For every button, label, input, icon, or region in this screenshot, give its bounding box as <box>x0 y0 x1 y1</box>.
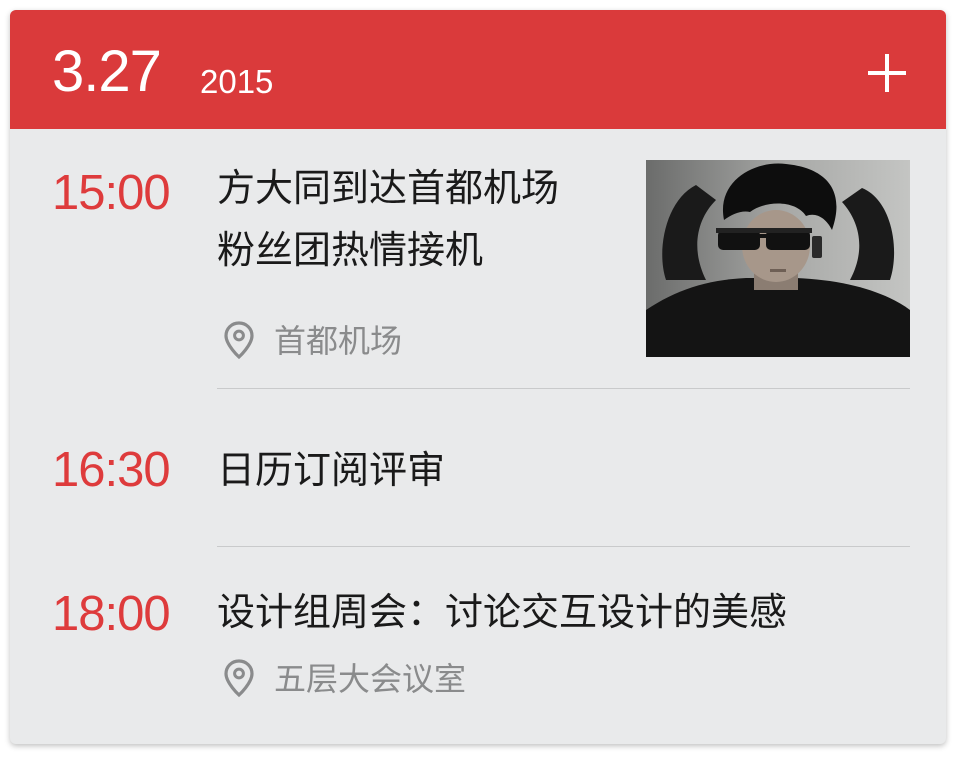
event-location-text: 首都机场 <box>274 322 403 360</box>
header-year: 2015 <box>200 63 274 100</box>
event-location: 五层大会议室 <box>222 657 466 701</box>
event-photo[interactable] <box>646 160 910 357</box>
event-time: 18:00 <box>52 587 171 641</box>
map-pin-icon <box>224 659 254 698</box>
event-divider <box>217 388 910 389</box>
calendar-header: 3.27 2015 <box>10 10 946 129</box>
event-title-line2: 粉丝团热情接机 <box>217 228 484 272</box>
plus-icon <box>868 54 906 92</box>
event-divider <box>217 546 910 547</box>
event-title: 日历订阅评审 <box>217 448 446 492</box>
event-title: 设计组周会：讨论交互设计的美感 <box>217 590 788 634</box>
add-event-button[interactable] <box>862 48 912 98</box>
event-time: 15:00 <box>52 166 171 220</box>
event-time: 16:30 <box>52 443 171 497</box>
person-photo-image <box>646 160 910 357</box>
event-location: 首都机场 <box>222 319 402 363</box>
event-title: 方大同到达首都机场 <box>217 166 560 210</box>
event-location-text: 五层大会议室 <box>274 660 467 698</box>
header-date: 3.27 <box>52 39 162 104</box>
map-pin-icon <box>224 321 254 360</box>
calendar-card: 3.27 2015 15:00 方大同到达首都机场 粉丝团热情接机 首都机场 1… <box>10 10 946 744</box>
